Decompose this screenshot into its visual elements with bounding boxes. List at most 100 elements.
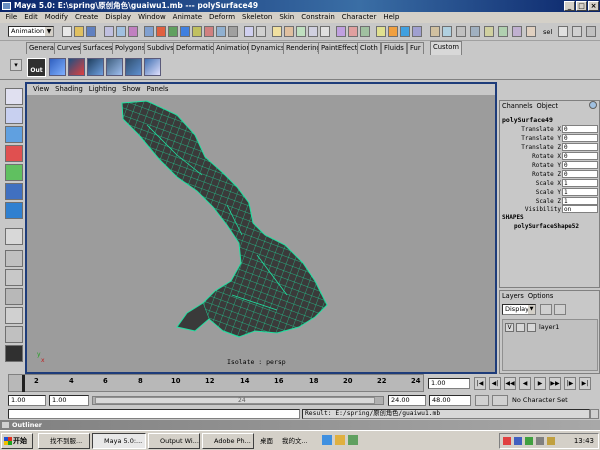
select-component-icon[interactable] [128, 26, 138, 37]
shelf-tool-1-icon[interactable] [49, 58, 66, 76]
shelf-out-button[interactable]: Out [27, 58, 46, 77]
snap-grid-icon[interactable] [272, 26, 282, 37]
layout-two-icon[interactable] [5, 288, 23, 305]
snap-point-icon[interactable] [296, 26, 306, 37]
channel-options-icon[interactable] [589, 101, 597, 109]
attr-row-translate-z[interactable]: Translate Z0 [500, 143, 600, 152]
taskbar-item-1[interactable]: 找不到服... [38, 433, 90, 449]
window-title-bar[interactable]: Maya 5.0: E:\spring\原创角色\guaiwu1.mb --- … [0, 0, 600, 12]
step-back-key-button[interactable]: ◀| [489, 377, 501, 390]
playback-end-field[interactable]: 24.00 [388, 395, 426, 406]
tab-subdivs[interactable]: Subdivs [144, 42, 177, 54]
playback-start-field[interactable]: 1.00 [49, 395, 89, 406]
input-ops-icon[interactable] [336, 26, 346, 37]
channel-menu-object[interactable]: Object [535, 101, 560, 111]
mask-misc-icon[interactable] [228, 26, 238, 37]
render-view-icon[interactable] [376, 26, 386, 37]
attribute-editor-icon[interactable] [526, 26, 536, 37]
layer-color-swatch[interactable] [527, 323, 536, 332]
mask-joints-icon[interactable] [156, 26, 166, 37]
step-forward-key-button[interactable]: |▶ [564, 377, 576, 390]
hotbox-icon[interactable] [456, 26, 466, 37]
key-icon[interactable] [475, 395, 489, 406]
open-scene-icon[interactable] [74, 26, 84, 37]
selected-mesh-wireframe[interactable] [27, 95, 495, 372]
attr-value[interactable]: 0 [562, 170, 598, 178]
layout-hypershade-icon[interactable] [5, 345, 23, 362]
layer-display-type-toggle[interactable] [516, 323, 525, 332]
quick-launch-app-icon[interactable] [348, 435, 358, 445]
attr-value[interactable]: 0 [562, 152, 598, 160]
ipr-render-icon[interactable] [400, 26, 410, 37]
layer-visibility-toggle[interactable]: V [505, 323, 514, 332]
attr-row-rotate-z[interactable]: Rotate Z0 [500, 170, 600, 179]
channel-box-toggle-icon[interactable] [558, 26, 568, 37]
tool-settings-icon[interactable] [572, 26, 582, 37]
desktop-toolbar-label[interactable]: 桌面 [260, 435, 273, 445]
pick-mask-icon[interactable] [144, 26, 154, 37]
layout-single-icon[interactable] [5, 250, 23, 267]
tab-surfaces[interactable]: Surfaces [80, 42, 116, 54]
layer-row[interactable]: V layer1 [505, 323, 597, 333]
mask-curves-icon[interactable] [168, 26, 178, 37]
manipulator-tool-icon[interactable] [5, 183, 23, 200]
graph-editor-icon[interactable] [512, 26, 522, 37]
range-bar[interactable]: 24 [92, 396, 384, 405]
new-layer-icon[interactable] [540, 304, 552, 315]
tab-custom[interactable]: Custom [430, 41, 463, 55]
attr-row-translate-y[interactable]: Translate Y0 [500, 134, 600, 143]
layout-outliner-icon[interactable] [5, 307, 23, 324]
attr-value[interactable]: 0 [562, 161, 598, 169]
shelf-tool-2-icon[interactable] [68, 58, 85, 76]
start-button[interactable]: 开始 [1, 433, 33, 449]
rotate-tool-icon[interactable] [5, 145, 23, 162]
mask-deformers-icon[interactable] [192, 26, 202, 37]
script-editor-icon[interactable] [470, 26, 480, 37]
attr-row-rotate-x[interactable]: Rotate X0 [500, 152, 600, 161]
attr-value[interactable]: 1 [562, 179, 598, 187]
menu-display[interactable]: Display [102, 12, 135, 23]
attr-value[interactable]: 1 [562, 188, 598, 196]
quick-launch-ie-icon[interactable] [322, 435, 332, 445]
go-to-end-button[interactable]: ▶| [579, 377, 591, 390]
outliner-toolbar-icon[interactable] [498, 26, 508, 37]
shelf-tool-3-icon[interactable] [87, 58, 104, 76]
outliner-window-bar[interactable]: Outliner [0, 420, 600, 430]
camera-icon[interactable] [430, 26, 440, 37]
tab-dynamics[interactable]: Dynamics [248, 42, 288, 54]
menu-help[interactable]: Help [380, 12, 403, 23]
last-tool-icon[interactable] [5, 228, 23, 245]
current-frame-field[interactable]: 1.00 [428, 378, 470, 389]
tray-icon-1[interactable] [503, 437, 511, 445]
character-set-menu[interactable]: No Character Set [512, 395, 568, 406]
layer-type-dropdown[interactable]: Display ▼ [502, 304, 536, 315]
snap-curve-icon[interactable] [284, 26, 294, 37]
shelf-tool-6-icon[interactable] [144, 58, 161, 76]
taskbar-item-photoshop[interactable]: Adobe Ph... [202, 433, 254, 449]
minimize-button[interactable]: _ [564, 1, 575, 11]
select-hierarchy-icon[interactable] [104, 26, 114, 37]
animation-start-field[interactable]: 1.00 [8, 395, 46, 406]
tab-fluids[interactable]: Fluids [381, 42, 407, 54]
mask-surfaces-icon[interactable] [180, 26, 190, 37]
attr-value[interactable]: 0 [562, 134, 598, 142]
network-icon[interactable] [547, 437, 555, 445]
hypershade-icon[interactable] [484, 26, 494, 37]
panel-menu-shading[interactable]: Shading [52, 84, 86, 95]
attr-row-scale-y[interactable]: Scale Y1 [500, 188, 600, 197]
panel-menu-lighting[interactable]: Lighting [86, 84, 119, 95]
current-time-indicator[interactable] [22, 375, 25, 392]
shelf-menu-icon[interactable]: ▾ [10, 59, 22, 71]
make-live-icon[interactable] [320, 26, 330, 37]
menu-constrain[interactable]: Constrain [298, 12, 339, 23]
layer-name[interactable]: layer1 [539, 323, 559, 332]
taskbar-item-maya[interactable]: Maya 5.0:... [92, 433, 146, 449]
menu-window[interactable]: Window [135, 12, 170, 23]
range-thumb[interactable] [95, 397, 375, 404]
menu-deform[interactable]: Deform [206, 12, 239, 23]
mel-command-input[interactable] [8, 409, 300, 419]
menu-character[interactable]: Character [338, 12, 380, 23]
menu-set-dropdown[interactable]: Animation ▼ [8, 26, 54, 37]
layout-graph-icon[interactable] [5, 326, 23, 343]
menu-skeleton[interactable]: Skeleton [239, 12, 276, 23]
